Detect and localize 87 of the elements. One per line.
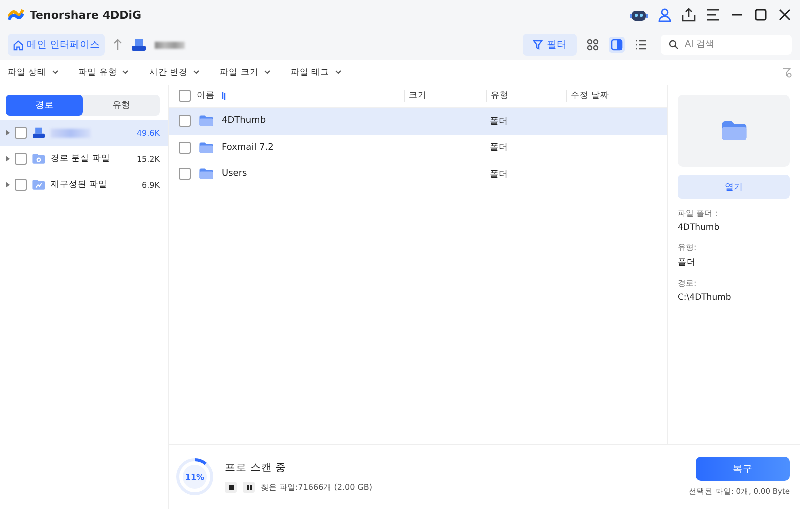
item-count: 6.9K [142,180,160,190]
drive-icon [32,127,46,139]
chevron-down-icon [52,70,59,75]
detail-label: 경로: [678,278,698,289]
column-header[interactable]: 유형 [491,91,509,101]
folder-icon [32,179,46,191]
column-header[interactable]: 수정 날짜 [571,91,610,101]
close-icon[interactable] [778,8,792,22]
recover-button[interactable]: 복구 [696,457,790,481]
detail-value: 4DThumb [678,223,721,233]
file-row[interactable]: Foxmail 7.2 폴더 [169,134,667,161]
maximize-icon[interactable] [754,8,768,22]
column-header[interactable]: 이름 [197,90,215,102]
folder-icon [199,142,214,154]
stop-icon [228,485,234,490]
chevron-down-icon [264,70,271,75]
home-button[interactable]: 메인 인터페이스 [8,34,106,56]
blurred-label-drawing [155,42,186,48]
checkbox[interactable] [179,115,191,128]
expand-arrow-icon[interactable] [6,156,10,162]
sidebar-tab[interactable]: 경로 [6,95,83,116]
progress-percent: 11% [184,472,206,484]
checkbox[interactable] [179,142,191,154]
panel-view-icon[interactable] [609,37,625,53]
filter-clear-icon[interactable] [782,68,792,78]
expand-arrow-icon[interactable] [6,182,10,188]
checkbox[interactable] [179,168,191,180]
file-name: Foxmail 7.2 [222,142,274,153]
menu-icon[interactable] [706,9,720,21]
chevron-down-icon [122,70,130,75]
app-title: Tenorshare 4DDiG [30,8,142,22]
file-row[interactable]: 4DThumb 폴더 [169,108,667,134]
file-type: 폴더 [490,116,508,127]
sidebar-tab[interactable]: 유형 [83,95,160,116]
filter-dropdown[interactable]: 파일 상태 [8,66,59,78]
item-count: 49.6K [136,128,160,138]
folder-icon [720,120,748,142]
grid-view-icon[interactable] [585,37,601,53]
found-files-text: 찾은 파일:71666개 (2.00 GB) [261,482,373,493]
expand-arrow-icon[interactable] [6,130,10,136]
drive-icon [131,38,148,52]
open-button[interactable]: 열기 [678,175,790,199]
folder-icon [199,115,214,128]
sort-icon[interactable] [221,92,227,100]
stop-button[interactable] [225,482,237,493]
filter-dropdown[interactable]: 파일 유형 [78,66,130,78]
user-icon[interactable] [658,8,672,22]
file-name: 4DThumb [222,116,266,126]
checkbox[interactable] [15,153,27,165]
pause-button[interactable] [243,482,255,493]
folder-icon [199,168,214,180]
tree-item[interactable]: 재구성된 파일 6.9K [0,172,168,198]
search-icon [669,40,679,50]
file-type: 폴더 [490,170,508,180]
file-name: Users [222,169,248,180]
detail-label: 파일 폴더 : [678,208,719,219]
file-type: 폴더 [490,143,508,154]
chevron-down-icon [334,70,342,75]
checkbox[interactable] [179,90,191,102]
file-row[interactable]: Users 폴더 [169,161,667,188]
tree-item-label: 재구성된 파일 [51,179,108,191]
logo-icon [8,8,24,22]
folder-icon [32,153,46,165]
detail-value: C:\4DThumb [678,293,732,303]
tree-item[interactable]: 49.6K [0,120,168,146]
checkbox[interactable] [15,179,27,191]
home-icon [13,40,24,50]
filter-dropdown[interactable]: 파일 크기 [220,66,271,78]
blurred-label-drawing [51,128,91,138]
robot-icon[interactable] [630,8,648,22]
filter-icon [533,40,543,50]
chevron-down-icon [193,70,200,75]
search-field[interactable]: AI 검색 [661,35,792,55]
tree-item[interactable]: 경로 분실 파일 15.2K [0,146,168,172]
scan-status: 프로 스캔 중 [225,461,288,475]
checkbox[interactable] [15,127,27,139]
detail-value: 폴더 [678,257,697,269]
filter-button[interactable]: 필터 [523,34,577,56]
tree-item-label: 경로 분실 파일 [51,153,110,165]
filter-dropdown[interactable]: 시간 변경 [149,66,200,78]
column-header[interactable]: 크기 [409,91,427,101]
detail-label: 유형: [678,242,698,253]
item-count: 15.2K [136,154,160,164]
share-icon[interactable] [682,8,696,22]
filter-dropdown[interactable]: 파일 태그 [290,66,342,78]
up-arrow-icon[interactable] [113,39,124,51]
pause-icon [246,485,252,490]
